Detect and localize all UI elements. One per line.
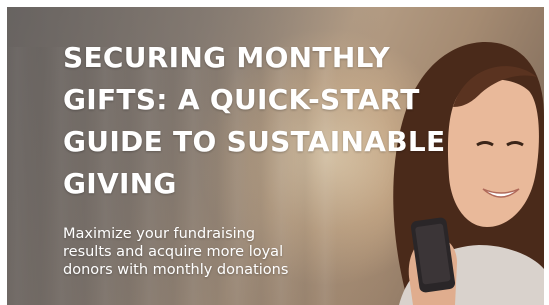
subtext-line-1: Maximize your fundraising: [63, 226, 256, 242]
banner-headline: SECURING MONTHLY GIFTS: A QUICK-START GU…: [63, 37, 463, 205]
headline-line-2: GIFTS: A QUICK-START: [63, 83, 420, 116]
headline-line-1: SECURING MONTHLY: [63, 41, 390, 74]
headline-line-3: GUIDE TO SUSTAINABLE: [63, 125, 446, 158]
subtext-line-2: results and acquire more loyal: [63, 244, 284, 260]
subtext-line-3: donors with monthly donations: [63, 262, 289, 278]
headline-line-4: GIVING: [63, 167, 177, 200]
promo-banner[interactable]: SECURING MONTHLY GIFTS: A QUICK-START GU…: [7, 7, 544, 305]
banner-subtext: Maximize your fundraising results and ac…: [63, 225, 363, 279]
